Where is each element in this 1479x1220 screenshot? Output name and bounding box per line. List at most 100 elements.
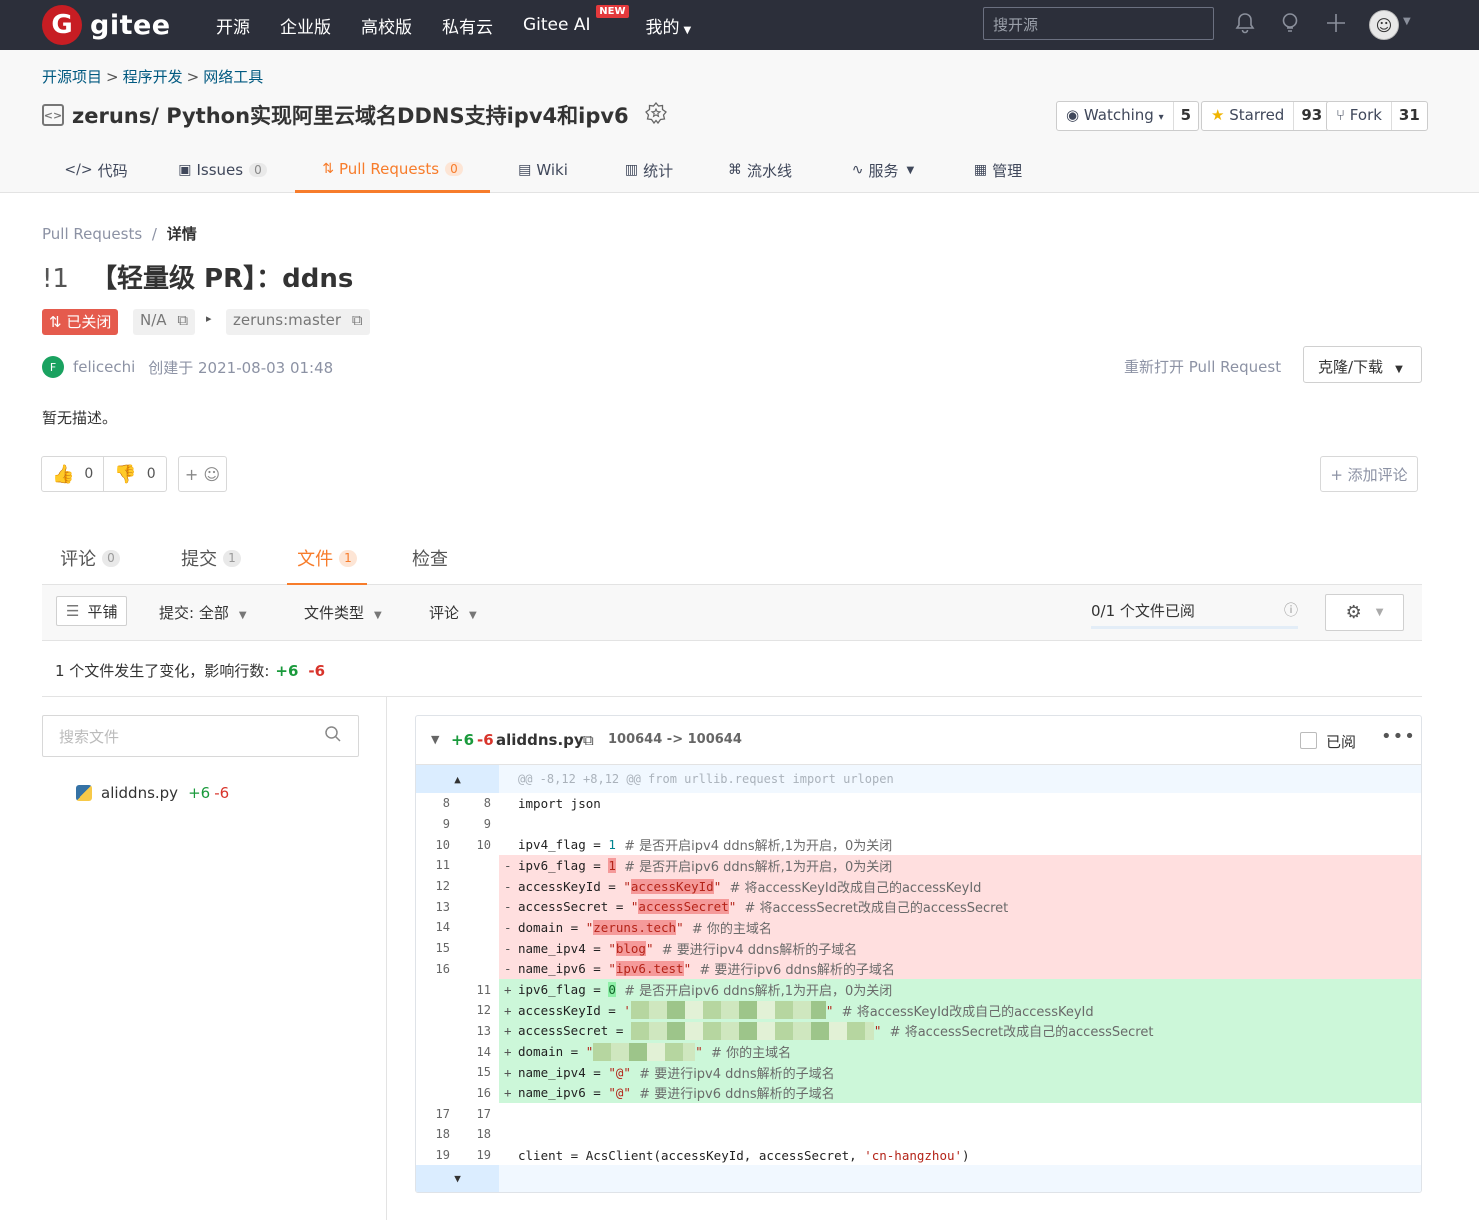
old-line-number[interactable]: 18	[416, 1124, 457, 1145]
tab-wiki[interactable]: ▤ Wiki	[490, 147, 596, 193]
old-line-number[interactable]: 16	[416, 959, 457, 980]
old-line-number[interactable]	[416, 1083, 457, 1104]
new-line-number[interactable]: 16	[457, 1083, 498, 1104]
new-line-number[interactable]: 9	[457, 814, 498, 835]
tab-code[interactable]: </> 代码	[42, 147, 150, 193]
star-button[interactable]: ★ Starred	[1202, 102, 1295, 130]
watch-button[interactable]: ◉ Watching ▾	[1057, 102, 1174, 130]
commit-filter-dropdown[interactable]: 提交: 全部 ▼	[159, 602, 247, 623]
new-line-number[interactable]: 18	[457, 1124, 498, 1145]
new-line-number[interactable]	[457, 917, 498, 938]
new-line-number[interactable]: 13	[457, 1021, 498, 1042]
gitee-logo[interactable]: G gitee	[42, 5, 171, 45]
clone-download-button[interactable]: 克隆/下载 ▼	[1303, 346, 1422, 383]
copy-icon[interactable]: ⧉	[352, 311, 363, 329]
author-name[interactable]: felicechi	[73, 358, 135, 376]
copy-icon[interactable]: ⧉	[177, 311, 188, 329]
old-line-number[interactable]: 8	[416, 793, 457, 814]
watch-counter[interactable]: ◉ Watching ▾ 5	[1056, 101, 1200, 131]
nav-open-source[interactable]: 开源	[216, 13, 250, 38]
file-tree-item[interactable]: aliddns.py +6 -6	[76, 784, 229, 802]
new-line-number[interactable]	[457, 896, 498, 917]
tab-issues[interactable]: ▣ Issues 0	[150, 147, 295, 193]
add-reaction-button[interactable]: + ☺	[178, 456, 227, 492]
viewed-checkbox[interactable]	[1300, 732, 1317, 749]
project-title-text[interactable]: zeruns/ Python实现阿里云域名DDNS支持ipv4和ipv6	[72, 100, 629, 130]
new-line-number[interactable]	[457, 876, 498, 897]
viewed-label[interactable]: 已阅	[1326, 731, 1356, 752]
reopen-pr-link[interactable]: 重新打开 Pull Request	[1124, 356, 1281, 377]
star-count[interactable]: 93	[1294, 102, 1329, 130]
info-icon[interactable]: ⓘ	[1284, 600, 1298, 620]
fork-counter[interactable]: ⑂ Fork 31	[1326, 101, 1428, 131]
file-type-dropdown[interactable]: 文件类型 ▼	[304, 602, 382, 623]
tab-pipeline[interactable]: ⌘ 流水线	[702, 147, 818, 193]
tab-commits[interactable]: 提交 1	[148, 536, 274, 585]
collapse-caret-icon[interactable]: ▼	[431, 733, 439, 746]
old-line-number[interactable]	[416, 1041, 457, 1062]
star-counter[interactable]: ★ Starred 93	[1201, 101, 1331, 131]
expand-up-icon[interactable]: ▲	[416, 765, 499, 793]
expand-down-icon[interactable]: ▼	[416, 1165, 499, 1192]
old-line-number[interactable]: 12	[416, 876, 457, 897]
old-line-number[interactable]: 13	[416, 896, 457, 917]
old-line-number[interactable]: 11	[416, 855, 457, 876]
nav-enterprise[interactable]: 企业版	[280, 13, 331, 38]
old-line-number[interactable]: 19	[416, 1145, 457, 1166]
diff-settings-button[interactable]: ⚙ ▼	[1325, 594, 1404, 631]
new-line-number[interactable]: 15	[457, 1062, 498, 1083]
tab-services[interactable]: ∿ 服务 ▼	[818, 147, 948, 193]
tab-files[interactable]: 文件 1	[287, 536, 367, 585]
diff-file-name[interactable]: aliddns.py	[496, 731, 584, 749]
lightbulb-icon[interactable]	[1280, 12, 1300, 39]
flat-view-button[interactable]: ☰ 平铺	[56, 596, 128, 626]
add-comment-button[interactable]: + 添加评论	[1320, 456, 1418, 492]
old-line-number[interactable]	[416, 979, 457, 1000]
breadcrumb-item[interactable]: 程序开发	[123, 68, 183, 86]
tab-stats[interactable]: ▥ 统计	[596, 147, 702, 193]
tab-checks[interactable]: 检查	[390, 536, 470, 585]
old-line-number[interactable]	[416, 1000, 457, 1021]
new-line-number[interactable]	[457, 938, 498, 959]
bell-icon[interactable]	[1235, 12, 1255, 39]
old-line-number[interactable]: 14	[416, 917, 457, 938]
nav-gitee-ai[interactable]: Gitee AI NEW	[523, 5, 629, 35]
fork-button[interactable]: ⑂ Fork	[1327, 102, 1392, 130]
breadcrumb-item[interactable]: 网络工具	[203, 68, 263, 86]
new-line-number[interactable]: 17	[457, 1103, 498, 1124]
new-line-number[interactable]	[457, 855, 498, 876]
chevron-down-icon[interactable]: ▼	[1403, 16, 1411, 27]
tab-pull-requests[interactable]: ⇅ Pull Requests 0	[295, 147, 490, 193]
award-icon[interactable]	[644, 101, 667, 129]
pr-breadcrumb-root[interactable]: Pull Requests	[42, 225, 142, 243]
watch-count[interactable]: 5	[1174, 102, 1198, 130]
thumbs-down-button[interactable]: 👎 0	[103, 457, 165, 491]
old-line-number[interactable]: 15	[416, 938, 457, 959]
tab-comments[interactable]: 评论 0	[42, 536, 138, 585]
file-search-input[interactable]: 搜索文件	[42, 715, 359, 757]
new-line-number[interactable]: 14	[457, 1041, 498, 1062]
old-line-number[interactable]	[416, 1021, 457, 1042]
new-line-number[interactable]: 11	[457, 979, 498, 1000]
old-line-number[interactable]	[416, 1062, 457, 1083]
tab-manage[interactable]: ▦ 管理	[948, 147, 1048, 193]
copy-icon[interactable]: ⧉	[583, 731, 594, 749]
new-line-number[interactable]: 19	[457, 1145, 498, 1166]
nav-private-cloud[interactable]: 私有云	[442, 13, 493, 38]
old-line-number[interactable]: 10	[416, 834, 457, 855]
breadcrumb-item[interactable]: 开源项目	[42, 68, 102, 86]
fork-count[interactable]: 31	[1392, 102, 1427, 130]
top-search-input[interactable]: 搜开源	[983, 7, 1214, 40]
avatar[interactable]: F	[42, 356, 64, 378]
search-icon[interactable]	[324, 725, 342, 747]
thumbs-up-button[interactable]: 👍 0	[42, 457, 103, 491]
old-line-number[interactable]: 17	[416, 1103, 457, 1124]
comment-filter-dropdown[interactable]: 评论 ▼	[429, 602, 477, 623]
nav-education[interactable]: 高校版	[361, 13, 412, 38]
new-line-number[interactable]: 8	[457, 793, 498, 814]
new-line-number[interactable]: 12	[457, 1000, 498, 1021]
old-line-number[interactable]: 9	[416, 814, 457, 835]
new-line-number[interactable]: 10	[457, 834, 498, 855]
plus-icon[interactable]	[1325, 12, 1347, 39]
target-branch-label[interactable]: zeruns:master	[233, 311, 341, 329]
